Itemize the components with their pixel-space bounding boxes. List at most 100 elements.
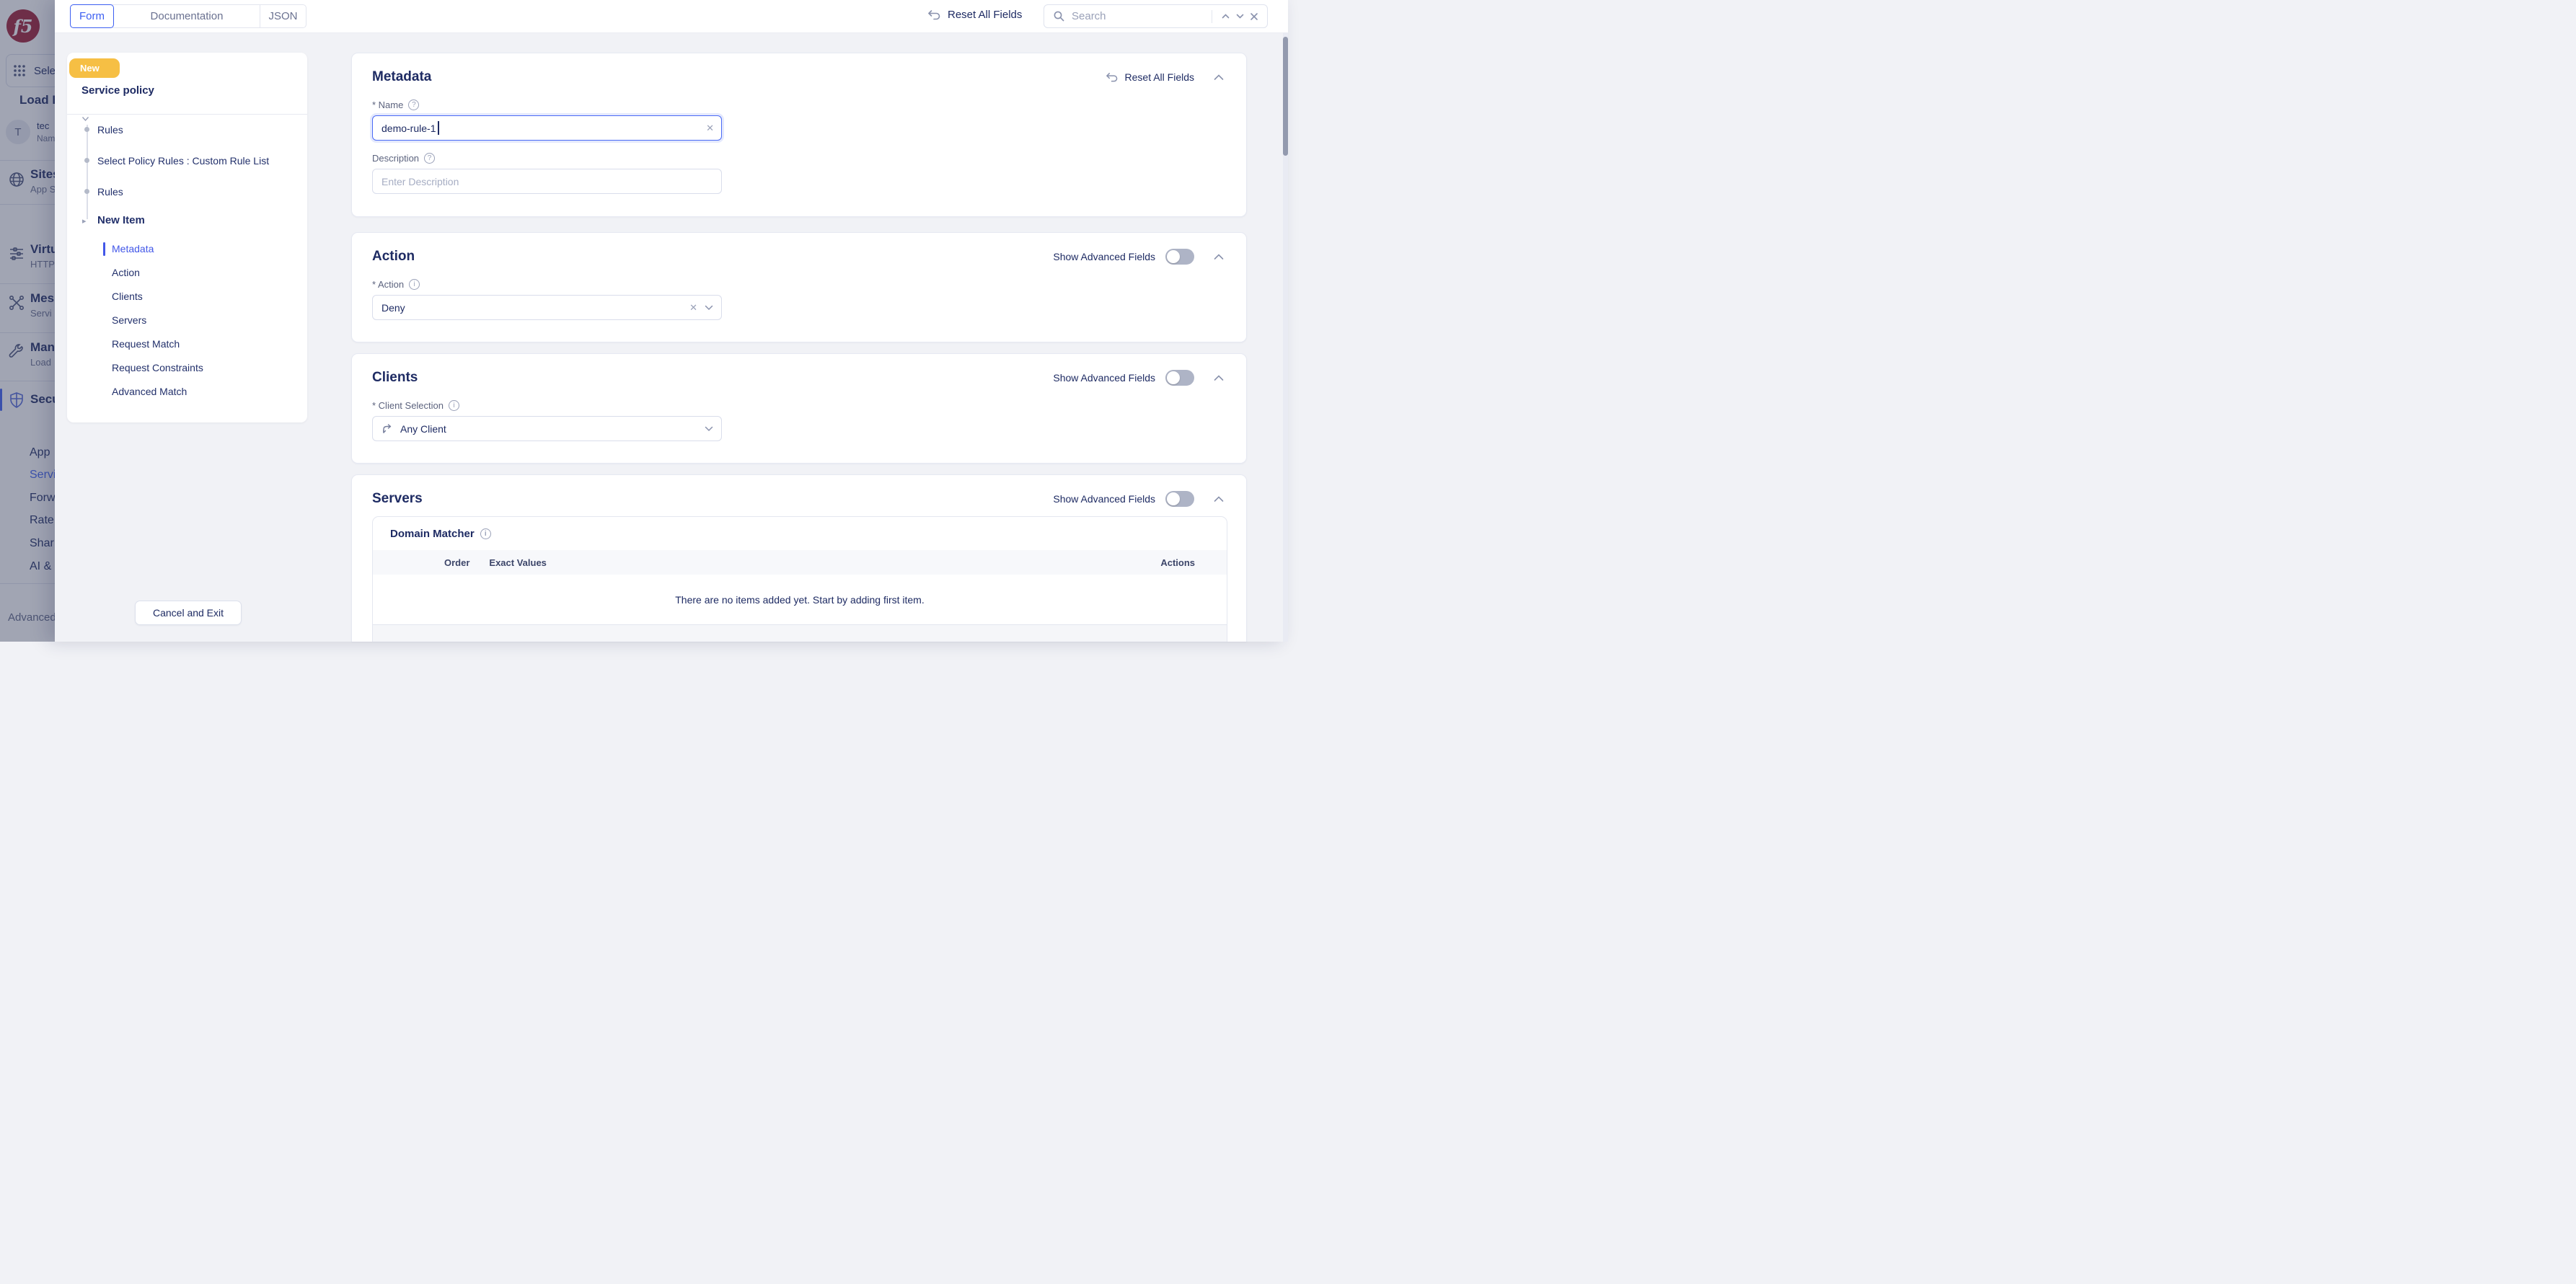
- domain-matcher-title: Domain Matcher: [390, 528, 475, 540]
- client-selection-label: * Client Selection: [372, 400, 444, 411]
- collapse-section-icon[interactable]: [1212, 249, 1226, 264]
- client-selection-select[interactable]: Any Client: [372, 416, 722, 441]
- sidebar-item-label: Secu: [30, 392, 55, 407]
- workspace-name: tec: [37, 120, 49, 131]
- sidebar-item-sub: App S: [30, 184, 55, 195]
- info-icon[interactable]: i: [449, 400, 459, 411]
- help-icon[interactable]: ?: [424, 153, 435, 164]
- name-input[interactable]: [372, 115, 722, 141]
- service-policy-slideover: Form Documentation JSON Reset All Fields: [55, 0, 1288, 642]
- show-advanced-toggle[interactable]: [1165, 249, 1194, 265]
- mesh-icon: [8, 294, 25, 311]
- description-field-label-row: Description ?: [372, 153, 1226, 164]
- wrench-icon: [8, 343, 25, 360]
- clients-title: Clients: [372, 370, 418, 386]
- tree-child-action[interactable]: Action: [112, 267, 140, 278]
- name-label: * Name: [372, 99, 403, 110]
- f5-logo: f5: [6, 9, 40, 43]
- clients-section: Clients Show Advanced Fields * Client Se…: [351, 353, 1247, 464]
- sidebar-link-service[interactable]: Servi: [30, 469, 55, 482]
- action-section: Action Show Advanced Fields * Action i D…: [351, 232, 1247, 342]
- arrow-right-icon: ▸: [82, 216, 87, 226]
- search-prev-icon[interactable]: [1218, 9, 1232, 24]
- search-close-icon[interactable]: [1247, 9, 1261, 24]
- client-selection-value: Any Client: [400, 423, 446, 435]
- search-input[interactable]: [1066, 9, 1206, 23]
- reset-all-fields-button[interactable]: Reset All Fields: [927, 9, 1022, 21]
- sidebar-link-forward[interactable]: Forw: [30, 492, 55, 505]
- action-label: * Action: [372, 279, 404, 290]
- servers-title: Servers: [372, 491, 423, 507]
- tree-item-new-item[interactable]: New Item: [97, 214, 145, 226]
- sidebar-item-sub: Servi: [30, 308, 52, 319]
- info-icon[interactable]: i: [480, 528, 491, 539]
- tab-json[interactable]: JSON: [260, 4, 306, 28]
- app-sidebar: f5 Sele Load Ba T tec Nam Sites App S: [0, 0, 55, 642]
- clear-selection-icon[interactable]: ✕: [689, 302, 697, 314]
- sidebar-item-label: Man: [30, 340, 55, 355]
- show-advanced-label: Show Advanced Fields: [1053, 372, 1155, 384]
- toggle-knob: [1167, 371, 1180, 384]
- client-selection-label-row: * Client Selection i: [372, 400, 1226, 411]
- grid-icon: [12, 63, 27, 78]
- tab-form[interactable]: Form: [70, 4, 114, 28]
- slideover-topbar: Form Documentation JSON Reset All Fields: [55, 0, 1288, 33]
- new-badge: New: [69, 58, 120, 78]
- undo-icon: [1106, 71, 1119, 83]
- tree-child-request-constraints[interactable]: Request Constraints: [112, 362, 203, 373]
- tree-child-request-match[interactable]: Request Match: [112, 338, 180, 350]
- tree-item-rules-1[interactable]: Rules: [97, 124, 123, 136]
- column-header-order: Order: [373, 557, 469, 568]
- tree-child-servers[interactable]: Servers: [112, 314, 146, 326]
- tree-child-metadata[interactable]: Metadata: [112, 243, 154, 254]
- vertical-scrollbar[interactable]: [1283, 32, 1288, 642]
- tree-item-select-policy-rules[interactable]: Select Policy Rules : Custom Rule List: [97, 155, 269, 167]
- divider: [0, 160, 55, 161]
- sidebar-link-shared[interactable]: Shar: [30, 537, 54, 550]
- column-header-actions: Actions: [1160, 557, 1227, 568]
- cancel-and-exit-button[interactable]: Cancel and Exit: [135, 601, 242, 625]
- metadata-reset-button[interactable]: Reset All Fields: [1106, 71, 1194, 83]
- sidebar-link-ai[interactable]: AI &: [30, 560, 51, 573]
- show-advanced-label: Show Advanced Fields: [1053, 493, 1155, 505]
- view-tabs: Form Documentation JSON: [70, 4, 306, 28]
- undo-icon: [927, 9, 941, 21]
- search-icon: [1051, 9, 1066, 24]
- service-selector-button[interactable]: Sele: [6, 54, 55, 87]
- tree-child-clients[interactable]: Clients: [112, 291, 143, 302]
- action-select-value: Deny: [381, 302, 405, 314]
- collapse-section-icon[interactable]: [1212, 492, 1226, 506]
- tab-documentation[interactable]: Documentation: [114, 4, 260, 28]
- search-box: [1044, 4, 1268, 28]
- sidebar-link-app[interactable]: App: [30, 446, 50, 459]
- description-label: Description: [372, 153, 419, 164]
- collapse-caret-icon[interactable]: [81, 116, 89, 122]
- shield-icon: [8, 391, 25, 409]
- avatar[interactable]: T: [6, 120, 30, 144]
- domain-matcher-card: Domain Matcher i Order Exact Values Acti…: [372, 516, 1227, 642]
- description-input[interactable]: [372, 169, 722, 194]
- metadata-section: Metadata Reset All Fields * Name ?: [351, 53, 1247, 217]
- service-selector-label: Sele: [34, 65, 55, 77]
- sidebar-item-sub: HTTP: [30, 259, 55, 270]
- name-field-label-row: * Name ?: [372, 99, 1226, 110]
- clear-name-icon[interactable]: ✕: [706, 115, 714, 141]
- show-advanced-toggle[interactable]: [1165, 491, 1194, 507]
- info-icon[interactable]: i: [409, 279, 420, 290]
- show-advanced-toggle[interactable]: [1165, 370, 1194, 386]
- tree-dot-icon: [84, 127, 89, 132]
- sidebar-link-rate[interactable]: Rate: [30, 514, 54, 527]
- scrollbar-thumb[interactable]: [1283, 37, 1288, 156]
- sidebar-footer-advanced[interactable]: Advanced: [8, 611, 55, 624]
- tree-child-advanced-match[interactable]: Advanced Match: [112, 386, 187, 397]
- help-icon[interactable]: ?: [408, 99, 419, 110]
- tree-item-rules-2[interactable]: Rules: [97, 186, 123, 198]
- action-select[interactable]: Deny ✕: [372, 295, 722, 320]
- tree-dot-icon: [84, 158, 89, 163]
- collapse-section-icon[interactable]: [1212, 70, 1226, 84]
- search-next-icon[interactable]: [1232, 9, 1247, 24]
- toggle-knob: [1167, 250, 1180, 263]
- reset-all-fields-label: Reset All Fields: [948, 9, 1022, 21]
- sidebar-item-label: Virtu: [30, 242, 55, 257]
- collapse-section-icon[interactable]: [1212, 371, 1226, 385]
